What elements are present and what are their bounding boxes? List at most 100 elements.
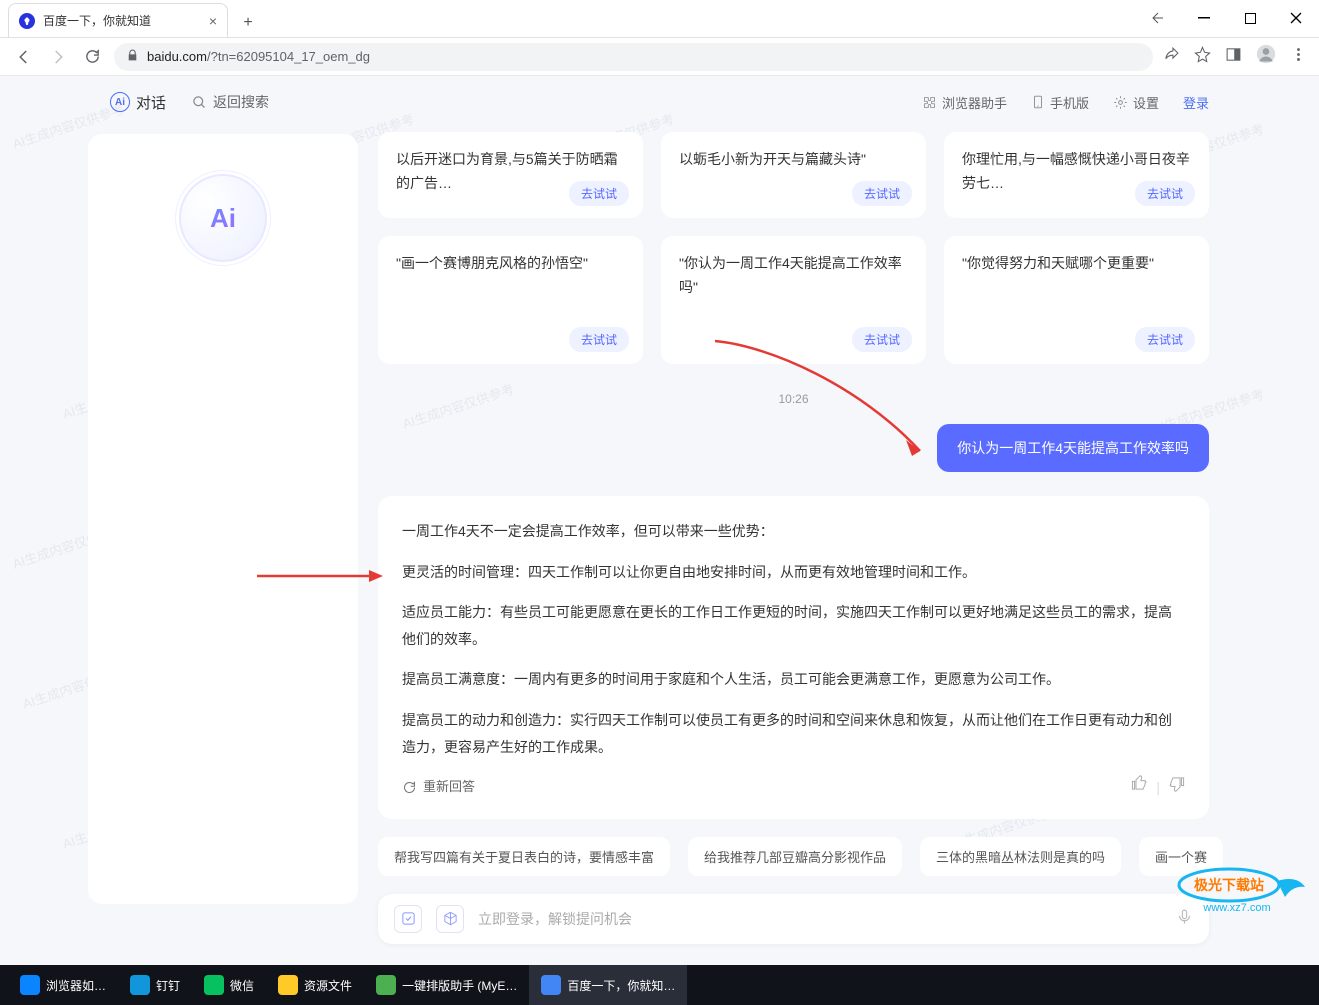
window-close-icon[interactable] — [1273, 0, 1319, 37]
gear-icon — [1113, 95, 1128, 110]
input-cube-icon[interactable] — [436, 905, 464, 933]
suggestion-text: "你认为一周工作4天能提高工作效率吗" — [679, 252, 908, 300]
taskbar-app[interactable]: 浏览器如… — [8, 965, 118, 1005]
site-badge: 极光下载站 www.xz7.com — [1177, 863, 1307, 919]
app-icon — [204, 975, 224, 995]
answer-p1: 一周工作4天不一定会提高工作效率，但可以带来一些优势： — [402, 518, 1185, 545]
taskbar-app[interactable]: 微信 — [192, 965, 266, 1005]
puzzle-icon — [922, 95, 937, 110]
thumbs-up-icon[interactable] — [1131, 774, 1148, 801]
app-label: 资源文件 — [304, 977, 352, 994]
try-button[interactable]: 去试试 — [569, 327, 629, 352]
try-button[interactable]: 去试试 — [1135, 327, 1195, 352]
taskbar-app[interactable]: 一键排版助手 (MyE… — [364, 965, 529, 1005]
suggestion-text: "画一个赛博朋克风格的孙悟空" — [396, 252, 625, 276]
dialog-tab[interactable]: Ai 对话 — [110, 92, 166, 113]
suggestion-chip[interactable]: 三体的黑暗丛林法则是真的吗 — [920, 837, 1121, 876]
app-label: 百度一下，你就知… — [567, 977, 675, 994]
back-search-label: 返回搜索 — [213, 92, 269, 112]
window-shrink-icon[interactable] — [1135, 0, 1181, 37]
baidu-favicon — [19, 13, 35, 29]
dialog-label: 对话 — [136, 92, 166, 113]
sidebar-card: Ai — [88, 134, 358, 904]
taskbar-app[interactable]: 百度一下，你就知… — [529, 965, 687, 1005]
answer-p2: 更灵活的时间管理：四天工作制可以让你更自由地安排时间，从而更有效地管理时间和工作… — [402, 559, 1185, 586]
suggestion-card[interactable]: "你认为一周工作4天能提高工作效率吗" 去试试 — [661, 236, 926, 364]
timestamp: 10:26 — [378, 392, 1209, 406]
suggestion-text: "你觉得努力和天赋哪个更重要" — [962, 252, 1191, 276]
page-topbar: Ai 对话 返回搜索 浏览器助手 手机版 设置 登录 — [0, 76, 1319, 128]
address-bar: baidu.com/?tn=62095104_17_oem_dg — [0, 38, 1319, 76]
browser-title-bar: 百度一下，你就知道 × + — [0, 0, 1319, 38]
suggestion-chip[interactable]: 帮我写四篇有关于夏日表白的诗，要情感丰富 — [378, 837, 670, 876]
ai-badge-icon: Ai — [110, 92, 130, 112]
url-field[interactable]: baidu.com/?tn=62095104_17_oem_dg — [114, 43, 1153, 71]
app-icon — [278, 975, 298, 995]
answer-p5: 提高员工的动力和创造力：实行四天工作制可以使员工有更多的时间和空间来休息和恢复，… — [402, 707, 1185, 760]
tab-title: 百度一下，你就知道 — [43, 12, 151, 29]
app-label: 一键排版助手 (MyE… — [402, 977, 517, 994]
input-bar[interactable]: 立即登录，解锁提问机会 — [378, 894, 1209, 944]
login-link[interactable]: 登录 — [1183, 93, 1209, 112]
url-path: /?tn=62095104_17_oem_dg — [207, 49, 370, 64]
menu-icon[interactable] — [1290, 46, 1307, 68]
tab-close-icon[interactable]: × — [209, 13, 217, 29]
suggestion-chips: 帮我写四篇有关于夏日表白的诗，要情感丰富给我推荐几部豆瓣高分影视作品三体的黑暗丛… — [378, 837, 1209, 876]
answer-p4: 提高员工满意度：一周内有更多的时间用于家庭和个人生活，员工可能会更满意工作，更愿… — [402, 666, 1185, 693]
suggestion-card[interactable]: 你理忙用,与一幅感慨快递小哥日夜辛劳七…去试试 — [944, 132, 1209, 218]
suggestion-card[interactable]: 以后开迷口为育景,与5篇关于防晒霜的广告…去试试 — [378, 132, 643, 218]
app-label: 钉钉 — [156, 977, 180, 994]
ai-logo: Ai — [179, 174, 267, 262]
app-label: 浏览器如… — [46, 977, 106, 994]
suggestion-card[interactable]: 以蛎毛小新为开天与篇藏头诗" 去试试 — [661, 132, 926, 218]
try-button[interactable]: 去试试 — [1135, 181, 1195, 206]
app-icon — [20, 975, 40, 995]
user-message: 你认为一周工作4天能提高工作效率吗 — [937, 424, 1209, 472]
suggestion-cards: 以后开迷口为育景,与5篇关于防晒霜的广告…去试试 以蛎毛小新为开天与篇藏头诗" 去试… — [378, 128, 1209, 382]
input-left-icon[interactable] — [394, 905, 422, 933]
answer-p3: 适应员工能力：有些员工可能更愿意在更长的工作日工作更短的时间，实施四天工作制可以… — [402, 599, 1185, 652]
app-icon — [130, 975, 150, 995]
taskbar-app[interactable]: 资源文件 — [266, 965, 364, 1005]
search-icon — [192, 95, 207, 110]
svg-text:www.xz7.com: www.xz7.com — [1202, 902, 1270, 914]
mobile-icon — [1031, 95, 1045, 109]
window-maximize-icon[interactable] — [1227, 0, 1273, 37]
profile-icon[interactable] — [1256, 44, 1276, 69]
app-label: 微信 — [230, 977, 254, 994]
lock-icon — [126, 49, 139, 65]
answer-card: 一周工作4天不一定会提高工作效率，但可以带来一些优势： 更灵活的时间管理：四天工… — [378, 496, 1209, 819]
browser-assistant[interactable]: 浏览器助手 — [922, 93, 1007, 112]
suggestion-text: 以蛎毛小新为开天与篇藏头诗" — [679, 148, 908, 172]
bookmark-icon[interactable] — [1194, 46, 1211, 68]
browser-tab[interactable]: 百度一下，你就知道 × — [8, 3, 228, 37]
svg-text:极光下载站: 极光下载站 — [1194, 877, 1264, 893]
regenerate-button[interactable]: 重新回答 — [402, 775, 475, 800]
window-controls — [1135, 0, 1319, 37]
thumbs-down-icon[interactable] — [1168, 774, 1185, 801]
page-content: AI生成内容仅供参考 AI生成内容仅供参考 AI生成内容仅供参考 AI生成内容仅… — [0, 76, 1319, 965]
taskbar-app[interactable]: 钉钉 — [118, 965, 192, 1005]
app-icon — [376, 975, 396, 995]
new-tab-button[interactable]: + — [234, 9, 262, 37]
try-button[interactable]: 去试试 — [852, 327, 912, 352]
try-button[interactable]: 去试试 — [569, 181, 629, 206]
share-icon[interactable] — [1163, 46, 1180, 68]
main-column: 以后开迷口为育景,与5篇关于防晒霜的广告…去试试 以蛎毛小新为开天与篇藏头诗" 去试… — [378, 128, 1209, 965]
nav-forward-icon[interactable] — [46, 45, 70, 69]
refresh-icon — [402, 780, 417, 795]
window-minimize-icon[interactable] — [1181, 0, 1227, 37]
suggestion-card[interactable]: "画一个赛博朋克风格的孙悟空" 去试试 — [378, 236, 643, 364]
suggestion-chip[interactable]: 给我推荐几部豆瓣高分影视作品 — [688, 837, 902, 876]
back-to-search[interactable]: 返回搜索 — [192, 92, 269, 112]
url-domain: baidu.com — [147, 49, 207, 64]
nav-reload-icon[interactable] — [80, 45, 104, 69]
windows-taskbar: 浏览器如… 钉钉 微信 资源文件 一键排版助手 (MyE… 百度一下，你就知… — [0, 965, 1319, 1005]
suggestion-card[interactable]: "你觉得努力和天赋哪个更重要" 去试试 — [944, 236, 1209, 364]
nav-back-icon[interactable] — [12, 45, 36, 69]
settings-link[interactable]: 设置 — [1113, 93, 1159, 112]
try-button[interactable]: 去试试 — [852, 181, 912, 206]
app-icon — [541, 975, 561, 995]
mobile-version[interactable]: 手机版 — [1031, 93, 1089, 112]
side-panel-icon[interactable] — [1225, 46, 1242, 68]
